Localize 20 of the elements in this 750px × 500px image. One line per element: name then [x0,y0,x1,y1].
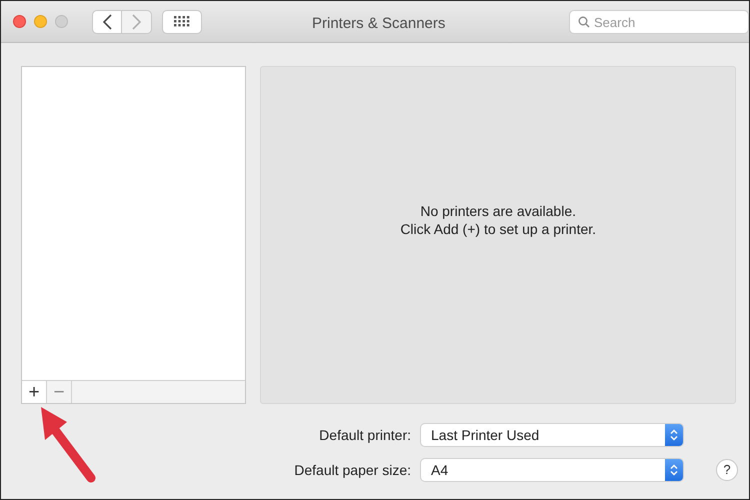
stepper-icon [665,424,683,446]
empty-message: Click Add (+) to set up a printer. [400,220,596,238]
chevron-left-icon [102,14,112,30]
empty-message: No printers are available. [420,202,576,220]
stepper-icon [665,459,683,481]
close-button[interactable] [13,15,26,28]
search-icon [578,16,590,28]
help-button[interactable]: ? [716,459,738,481]
setting-label: Default printer: [318,426,411,445]
window-title: Printers & Scanners [312,14,446,34]
back-button[interactable] [92,10,122,34]
search-field[interactable]: Search [569,10,749,34]
grid-icon [174,16,190,27]
show-all-button[interactable] [162,10,202,34]
minimize-button[interactable] [34,15,47,28]
add-button[interactable]: + [22,381,47,403]
setting-label: Default paper size: [293,460,411,480]
popup-menu[interactable]: Last Printer Used [421,424,683,446]
popup-menu[interactable]: A4 [421,459,683,481]
chevron-right-icon [132,14,141,30]
